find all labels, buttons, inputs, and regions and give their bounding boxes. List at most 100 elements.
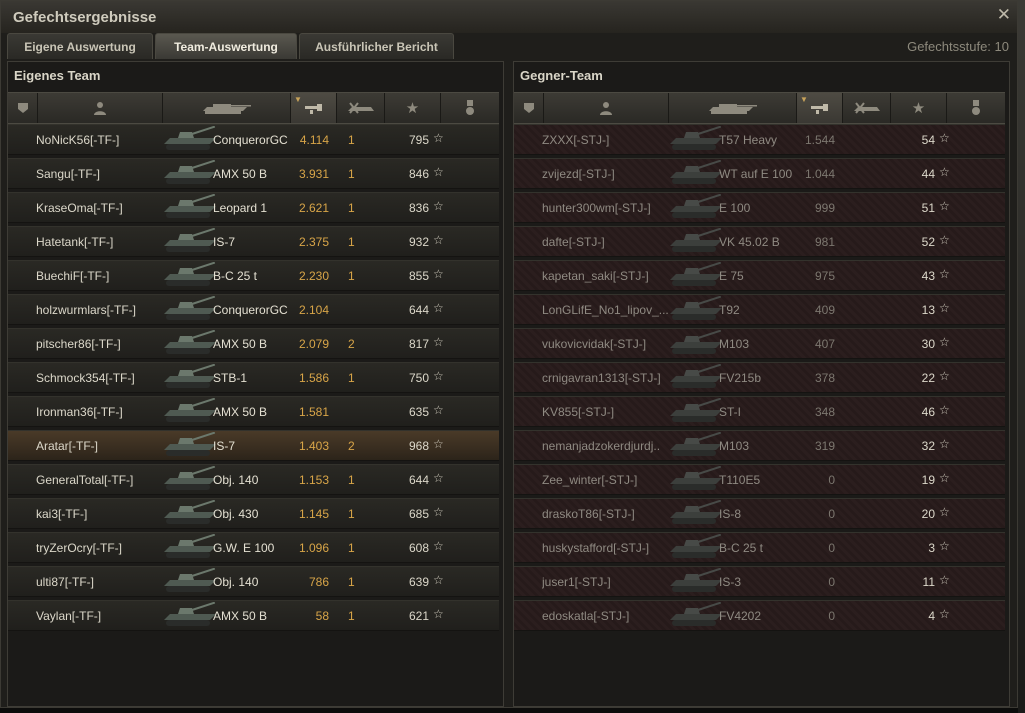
xp-value: 855 <box>408 269 429 283</box>
damage-column-header[interactable]: ▼ <box>797 93 843 123</box>
star-icon: ☆ <box>433 335 444 349</box>
table-row[interactable]: kai3[-TF-] Obj. 430 1.145 1 685 ☆ <box>8 498 499 529</box>
tank-name: Obj. 140 <box>213 575 259 589</box>
star-icon: ☆ <box>939 301 950 315</box>
tank-name: IS-7 <box>213 235 236 249</box>
xp-value: 639 <box>408 575 429 589</box>
table-row[interactable]: ulti87[-TF-] Obj. 140 786 1 639 ☆ <box>8 566 499 597</box>
damage-value: 407 <box>814 337 835 351</box>
damage-value: 975 <box>814 269 835 283</box>
close-icon[interactable]: ✕ <box>997 5 1011 25</box>
damage-value: 1.044 <box>804 167 835 181</box>
damage-value: 0 <box>828 541 835 555</box>
damage-column-header[interactable]: ▼ <box>291 93 337 123</box>
damage-value: 3.931 <box>298 167 329 181</box>
table-row[interactable]: GeneralTotal[-TF-] Obj. 140 1.153 1 644 ☆ <box>8 464 499 495</box>
window-title: Gefechtsergebnisse <box>13 9 157 26</box>
player-name: kapetan_saki[-STJ-] <box>542 269 649 283</box>
table-row[interactable]: Aratar[-TF-] IS-7 1.403 2 968 ☆ <box>8 430 499 461</box>
table-row[interactable]: Zee_winter[-STJ-] T110E5 0 19 ☆ <box>514 464 1005 495</box>
battle-results-window: Gefechtsergebnisse ✕ Eigene Auswertung T… <box>0 0 1018 708</box>
tab-detailed-report[interactable]: Ausführlicher Bericht <box>299 33 454 59</box>
tank-name: Obj. 140 <box>213 473 259 487</box>
player-name: holzwurmlars[-TF-] <box>36 303 137 317</box>
table-row[interactable]: kapetan_saki[-STJ-] E 75 975 43 ☆ <box>514 260 1005 291</box>
tank-name: Leopard 1 <box>213 201 268 215</box>
damage-value: 1.586 <box>298 371 329 385</box>
damage-value: 2.375 <box>298 235 329 249</box>
table-row[interactable]: holzwurmlars[-TF-] ConquerorGC 2.104 644 ☆ <box>8 294 499 325</box>
table-row[interactable]: KraseOma[-TF-] Leopard 1 2.621 1 836 ☆ <box>8 192 499 223</box>
tank-image <box>158 330 218 358</box>
table-row[interactable]: draskoT86[-STJ-] IS-8 0 20 ☆ <box>514 498 1005 529</box>
player-column-header[interactable] <box>544 93 669 123</box>
squad-column-header[interactable] <box>8 93 38 123</box>
table-row[interactable]: zvijezd[-STJ-] WT auf E 100 1.044 44 ☆ <box>514 158 1005 189</box>
kills-column-header[interactable] <box>843 93 891 123</box>
star-icon: ☆ <box>433 369 444 383</box>
table-row[interactable]: vukovicvidak[-STJ-] M103 407 30 ☆ <box>514 328 1005 359</box>
player-name: KV855[-STJ-] <box>542 405 615 419</box>
table-row[interactable]: dafte[-STJ-] VK 45.02 B 981 52 ☆ <box>514 226 1005 257</box>
kills-value: 1 <box>348 609 355 623</box>
medals-column-header[interactable] <box>947 93 1005 123</box>
tank-name: ST-I <box>719 405 742 419</box>
table-row[interactable]: crnigavran1313[-STJ-] FV215b 378 22 ☆ <box>514 362 1005 393</box>
damage-value: 999 <box>814 201 835 215</box>
sort-desc-icon: ▼ <box>294 95 302 104</box>
star-icon: ☆ <box>939 539 950 553</box>
tank-column-header[interactable] <box>669 93 797 123</box>
player-name: huskystafford[-STJ-] <box>542 541 650 555</box>
kills-column-header[interactable] <box>337 93 385 123</box>
tank-name: G.W. E 100 <box>213 541 275 555</box>
medals-column-header[interactable] <box>441 93 499 123</box>
table-row[interactable]: KV855[-STJ-] ST-I 348 46 ☆ <box>514 396 1005 427</box>
damage-value: 1.145 <box>298 507 329 521</box>
player-name: Ironman36[-TF-] <box>36 405 123 419</box>
table-row[interactable]: hunter300wm[-STJ-] E 100 999 51 ☆ <box>514 192 1005 223</box>
table-row[interactable]: huskystafford[-STJ-] B-C 25 t 0 3 ☆ <box>514 532 1005 563</box>
table-row[interactable]: nemanjadzokerdjurdj.. M103 319 32 ☆ <box>514 430 1005 461</box>
squad-column-header[interactable] <box>514 93 544 123</box>
player-name: LonGLifE_No1_lipov_... <box>542 303 669 317</box>
table-row[interactable]: BuechiF[-TF-] B-C 25 t 2.230 1 855 ☆ <box>8 260 499 291</box>
player-name: BuechiF[-TF-] <box>36 269 110 283</box>
player-name: ZXXX[-STJ-] <box>542 133 610 147</box>
tank-image <box>664 262 724 290</box>
xp-value: 608 <box>408 541 429 555</box>
xp-column-header[interactable]: ★ <box>385 93 441 123</box>
star-icon: ☆ <box>433 573 444 587</box>
player-icon <box>600 102 612 115</box>
table-row[interactable]: NoNicK56[-TF-] ConquerorGC 4.114 1 795 ☆ <box>8 124 499 155</box>
xp-column-header[interactable]: ★ <box>891 93 947 123</box>
table-row[interactable]: Ironman36[-TF-] AMX 50 B 1.581 635 ☆ <box>8 396 499 427</box>
table-row[interactable]: tryZerOcry[-TF-] G.W. E 100 1.096 1 608 ☆ <box>8 532 499 563</box>
tank-image <box>158 194 218 222</box>
table-row[interactable]: LonGLifE_No1_lipov_... T92 409 13 ☆ <box>514 294 1005 325</box>
xp-value: 32 <box>921 439 935 453</box>
tank-column-header[interactable] <box>163 93 291 123</box>
table-row[interactable]: edoskatla[-STJ-] FV4202 0 4 ☆ <box>514 600 1005 631</box>
table-row[interactable]: juser1[-STJ-] IS-3 0 11 ☆ <box>514 566 1005 597</box>
table-row[interactable]: Hatetank[-TF-] IS-7 2.375 1 932 ☆ <box>8 226 499 257</box>
star-icon: ☆ <box>939 165 950 179</box>
table-row[interactable]: pitscher86[-TF-] AMX 50 B 2.079 2 817 ☆ <box>8 328 499 359</box>
damage-value: 409 <box>814 303 835 317</box>
table-row[interactable]: Schmock354[-TF-] STB-1 1.586 1 750 ☆ <box>8 362 499 393</box>
star-icon: ☆ <box>433 471 444 485</box>
tab-team-evaluation[interactable]: Team-Auswertung <box>155 33 297 59</box>
table-row[interactable]: Vaylan[-TF-] AMX 50 B 58 1 621 ☆ <box>8 600 499 631</box>
player-column-header[interactable] <box>38 93 163 123</box>
tab-own-evaluation[interactable]: Eigene Auswertung <box>7 33 153 59</box>
kills-value: 2 <box>348 439 355 453</box>
star-icon: ☆ <box>433 437 444 451</box>
table-row[interactable]: ZXXX[-STJ-] T57 Heavy 1.544 54 ☆ <box>514 124 1005 155</box>
player-name: dafte[-STJ-] <box>542 235 605 249</box>
tank-image <box>664 160 724 188</box>
damage-value: 2.104 <box>298 303 329 317</box>
player-name: pitscher86[-TF-] <box>36 337 121 351</box>
table-row[interactable]: Sangu[-TF-] AMX 50 B 3.931 1 846 ☆ <box>8 158 499 189</box>
player-name: nemanjadzokerdjurdj.. <box>542 439 661 453</box>
player-name: Zee_winter[-STJ-] <box>542 473 638 487</box>
tank-name: B-C 25 t <box>719 541 764 555</box>
